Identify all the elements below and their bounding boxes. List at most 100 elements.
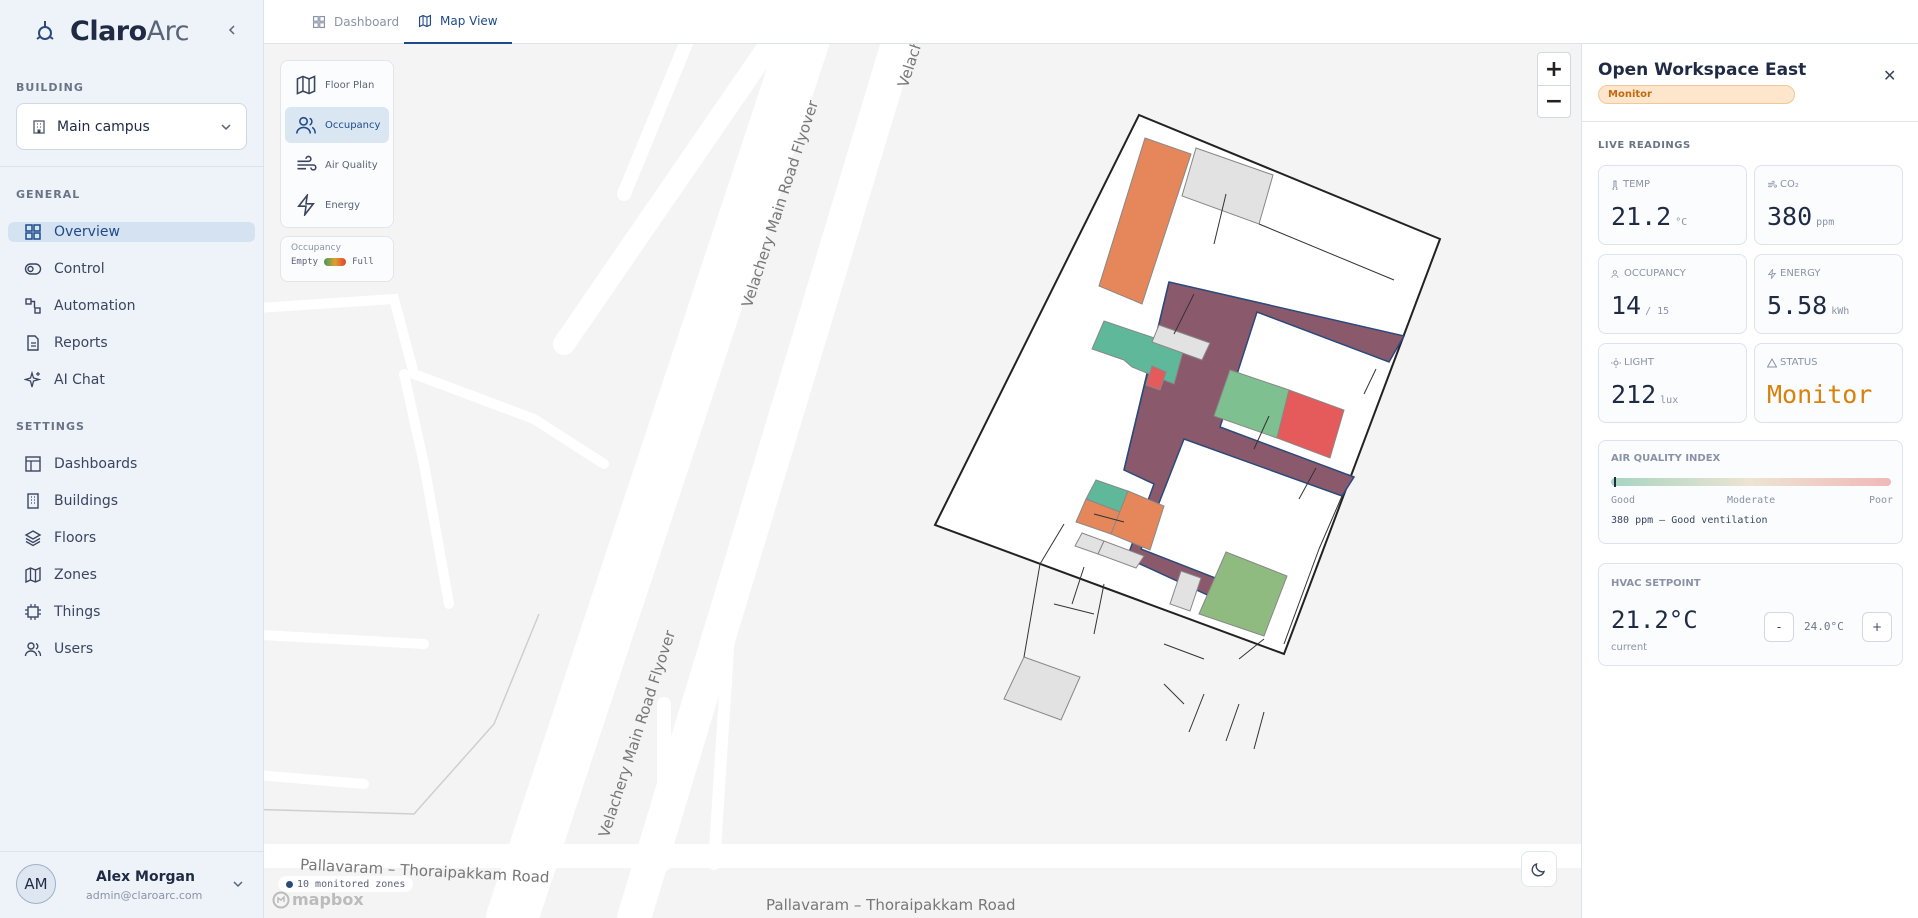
collapse-sidebar-button[interactable] [222,20,242,40]
building-icon [27,493,39,509]
air-quality-card: AIR QUALITY INDEX Good Moderate Poor 380… [1598,440,1903,544]
temp-unit: °C [1675,217,1688,228]
hvac-setpoint-card: HVAC SETPOINT 21.2°C current - 24.0°C + [1598,563,1903,666]
mapbox-wordmark: mapbox [292,890,364,909]
toggle-icon [24,263,42,275]
sidebar-item-label: Automation [54,298,136,314]
sun-icon [1611,357,1621,368]
sidebar-item-zones[interactable]: Zones [8,565,255,585]
theme-toggle-button[interactable] [1521,851,1557,887]
co2-unit: ppm [1816,217,1835,228]
brand-name-light: Arc [146,15,190,47]
sidebar: ClaroArc BUILDING Main campus GENERAL Ov… [0,0,264,918]
occupancy-capacity: / 15 [1645,306,1670,317]
card-label: OCCUPANCY [1624,268,1686,279]
panel-header: Open Workspace East Monitor ✕ [1582,44,1918,122]
tab-dashboard[interactable]: Dashboard [298,0,413,44]
decrease-setpoint-button[interactable]: - [1764,612,1794,642]
sidebar-item-label: Reports [54,335,108,351]
legend-gradient [324,258,347,266]
increase-setpoint-button[interactable]: + [1862,612,1892,642]
building-section-label: BUILDING [16,81,84,94]
light-unit: lux [1660,395,1679,406]
sidebar-item-label: Zones [54,567,97,583]
layer-occupancy[interactable]: Occupancy [285,107,389,143]
sidebar-item-buildings[interactable]: Buildings [8,491,255,511]
card-label: ENERGY [1780,268,1821,279]
workflow-icon [25,298,41,314]
hvac-current-value: 21.2°C [1611,606,1698,634]
tab-label: Map View [440,14,498,28]
legend-min-label: Empty [291,257,319,267]
grid-icon [25,224,41,240]
layer-label: Air Quality [325,159,378,171]
temp-value: 21.2 [1611,202,1672,231]
sidebar-item-overview[interactable]: Overview [8,222,255,242]
logo-icon [36,21,54,40]
layer-label: Occupancy [325,119,381,131]
sidebar-item-things[interactable]: Things [8,602,255,622]
chevron-down-icon [221,123,231,130]
user-menu[interactable]: AM Alex Morgan admin@claroarc.com [0,851,264,918]
sidebar-item-automation[interactable]: Automation [8,296,255,316]
settings-section-label: SETTINGS [16,420,85,433]
sidebar-item-label: Overview [54,224,120,240]
top-tab-bar: Dashboard Map View [264,0,1918,44]
thermometer-icon [1612,180,1618,190]
sparkle-icon [24,371,42,388]
energy-unit: kWh [1831,306,1850,317]
wind-icon [297,155,317,171]
chip-icon [25,604,41,620]
sidebar-item-label: Things [54,604,101,620]
hvac-title: HVAC SETPOINT [1611,578,1701,589]
card-label: CO₂ [1780,179,1799,190]
map-icon [296,75,316,95]
tab-map-view[interactable]: Map View [404,0,512,44]
live-readings-label: LIVE READINGS [1598,140,1691,151]
zoom-control: + − [1537,52,1571,118]
map-icon [418,14,432,28]
monitored-zones-label: 10 monitored zones [297,878,406,890]
card-label: TEMP [1623,179,1651,190]
sidebar-item-ai-chat[interactable]: AI Chat [8,370,255,390]
close-button[interactable]: ✕ [1883,66,1896,85]
zoom-out-button[interactable]: − [1538,85,1570,117]
card-label: STATUS [1780,357,1818,368]
warning-icon [1767,357,1777,367]
aqi-note: 380 ppm — Good ventilation [1611,515,1768,526]
hvac-target-value: 24.0°C [1804,620,1844,633]
roads [264,44,1581,918]
aqi-scale-moderate: Moderate [1727,495,1776,506]
layer-energy[interactable]: Energy [285,187,389,223]
report-icon [27,335,39,351]
sidebar-item-reports[interactable]: Reports [8,333,255,353]
map-canvas[interactable]: Velachery Main Road Flyover Velachery Ma… [264,44,1581,918]
brand-logo[interactable]: ClaroArc [32,14,189,48]
layer-air-quality[interactable]: Air Quality [285,147,389,183]
building-select-value: Main campus [57,118,150,135]
avatar: AM [16,864,56,904]
sidebar-item-dashboards[interactable]: Dashboards [8,454,255,474]
sidebar-item-label: Buildings [54,493,119,509]
sidebar-item-label: Control [54,261,105,277]
zoom-in-button[interactable]: + [1538,53,1570,85]
map-icon [25,566,41,584]
floor-plan [933,113,1442,750]
map-base [264,44,1581,918]
status-card: STATUS Monitor [1754,343,1903,423]
sidebar-item-control[interactable]: Control [8,259,255,279]
general-section-label: GENERAL [16,188,81,201]
energy-value: 5.58 [1767,291,1828,320]
light-card: LIGHT 212 lux [1598,343,1747,423]
sidebar-item-floors[interactable]: Floors [8,528,255,548]
mapbox-logo[interactable]: mapbox [272,890,364,909]
status-badge: Monitor [1598,85,1795,104]
card-label: LIGHT [1624,357,1654,368]
mapbox-icon [272,891,290,908]
co2-card: CO₂ 380 ppm [1754,165,1903,245]
layer-label: Energy [325,199,361,211]
layer-floor-plan[interactable]: Floor Plan [285,67,389,103]
sidebar-item-users[interactable]: Users [8,639,255,659]
aqi-marker [1613,477,1616,487]
building-select[interactable]: Main campus [16,103,247,150]
